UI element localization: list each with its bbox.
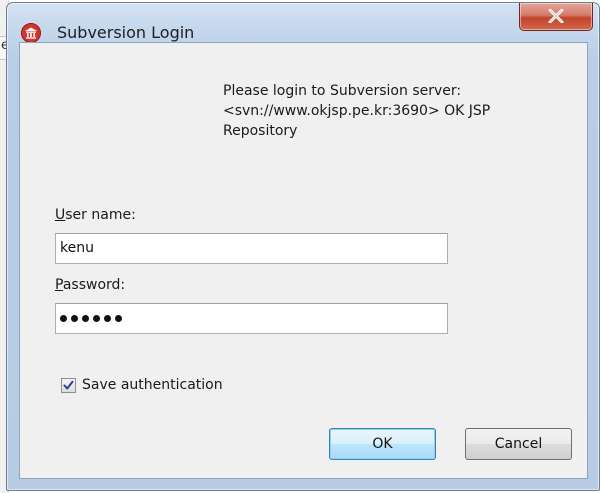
- close-icon: [548, 9, 564, 23]
- username-input[interactable]: kenu: [55, 233, 448, 264]
- password-input[interactable]: [55, 303, 448, 334]
- ok-button[interactable]: OK: [329, 428, 436, 460]
- close-button[interactable]: [519, 3, 593, 31]
- subversion-icon: [21, 23, 41, 43]
- title-bar[interactable]: Subversion Login: [7, 3, 599, 43]
- password-dot: [104, 315, 111, 322]
- dialog-content: Please login to Subversion server: <svn:…: [19, 42, 588, 479]
- username-label: User name:: [55, 207, 136, 223]
- login-message: Please login to Subversion server: <svn:…: [223, 83, 491, 139]
- password-dot: [93, 315, 100, 322]
- password-mask: [60, 313, 122, 325]
- dialog-title: Subversion Login: [57, 23, 195, 42]
- password-dot: [82, 315, 89, 322]
- password-dot: [71, 315, 78, 322]
- password-dot: [60, 315, 67, 322]
- username-value: kenu: [60, 240, 94, 256]
- password-label: Password:: [55, 277, 126, 293]
- subversion-login-dialog: Subversion Login Please login to Subvers…: [6, 2, 600, 491]
- checkmark-icon: [63, 380, 74, 390]
- save-authentication-checkbox[interactable]: [61, 378, 76, 393]
- save-authentication-label[interactable]: Save authentication: [82, 377, 223, 393]
- password-dot: [115, 315, 122, 322]
- cancel-button[interactable]: Cancel: [465, 428, 572, 460]
